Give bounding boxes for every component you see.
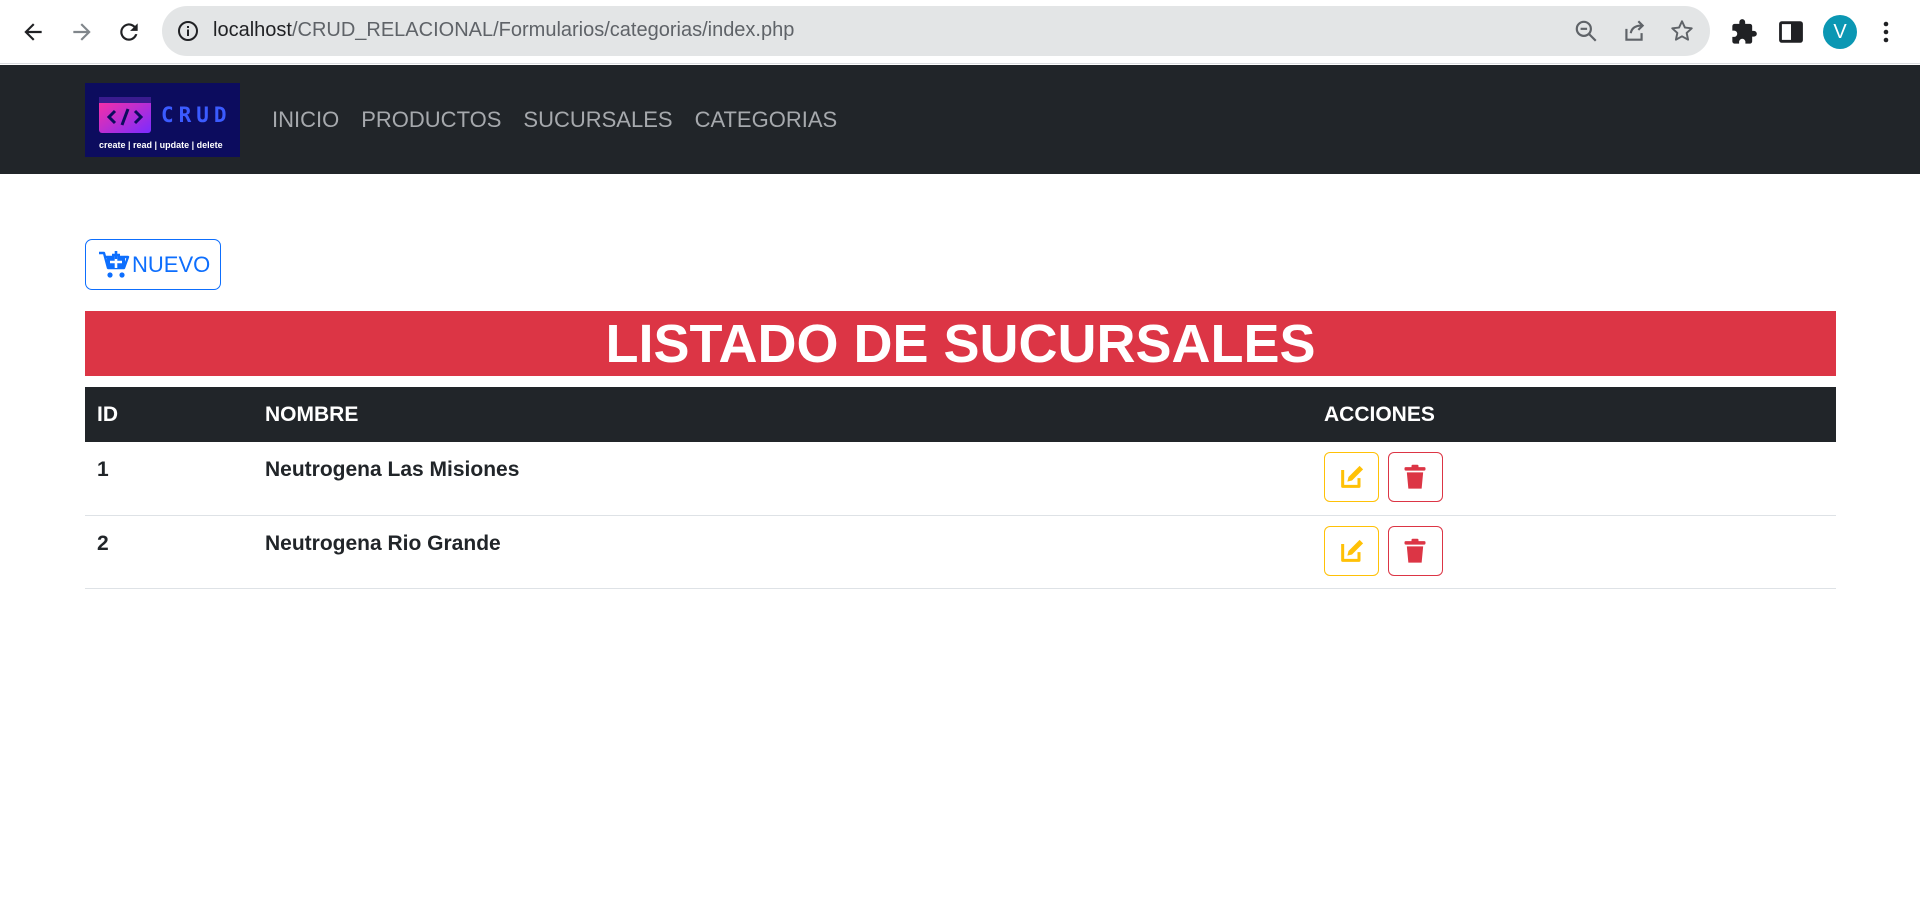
page-title: LISTADO DE SUCURSALES	[85, 311, 1836, 376]
nav-link-inicio[interactable]: INICIO	[272, 107, 339, 133]
column-header-nombre: NOMBRE	[253, 387, 1312, 442]
arrow-right-icon	[73, 23, 91, 41]
new-button-label: NUEVO	[132, 251, 211, 277]
nav-link-sucursales[interactable]: SUCURSALES	[523, 107, 672, 133]
forward-button[interactable]	[65, 15, 99, 49]
delete-button[interactable]	[1387, 525, 1443, 576]
table-row: 2 Neutrogena Rio Grande	[85, 515, 1836, 589]
nav-links: INICIO PRODUCTOS SUCURSALES CATEGORIAS	[272, 107, 837, 133]
kebab-menu-icon[interactable]	[1876, 18, 1896, 46]
crud-logo[interactable]: CRUD create | read | update | delete	[85, 83, 240, 157]
edit-icon	[1340, 465, 1363, 488]
nav-link-productos[interactable]: PRODUCTOS	[361, 107, 501, 133]
trash-icon	[1404, 538, 1426, 563]
cell-id: 2	[85, 515, 253, 589]
reload-button[interactable]	[112, 15, 146, 49]
new-button[interactable]: NUEVO	[85, 239, 221, 290]
logo-subtitle: create | read | update | delete	[99, 140, 223, 150]
table-row: 1 Neutrogena Las Misiones	[85, 442, 1836, 516]
table-header-row: ID NOMBRE ACCIONES	[85, 387, 1836, 442]
edit-icon	[1340, 539, 1363, 562]
cell-nombre: Neutrogena Las Misiones	[253, 442, 1312, 516]
logo-wordmark: CRUD	[161, 103, 232, 127]
reload-icon	[120, 23, 138, 41]
profile-avatar[interactable]: V	[1823, 15, 1857, 49]
edit-button[interactable]	[1324, 525, 1379, 576]
cell-actions	[1312, 442, 1836, 516]
puzzle-icon[interactable]	[1730, 18, 1758, 46]
back-button[interactable]	[16, 15, 50, 49]
edit-button[interactable]	[1324, 452, 1379, 502]
code-window-icon	[99, 97, 151, 133]
column-header-id: ID	[85, 387, 253, 442]
delete-button[interactable]	[1387, 452, 1443, 502]
cell-actions	[1312, 515, 1836, 589]
column-header-acciones: ACCIONES	[1312, 387, 1836, 442]
cart-plus-icon	[99, 250, 130, 278]
info-icon[interactable]	[176, 19, 200, 43]
nav-link-categorias[interactable]: CATEGORIAS	[695, 107, 838, 133]
browser-toolbar: localhost/CRUD_RELACIONAL/Formularios/ca…	[0, 0, 1920, 64]
trash-icon	[1404, 464, 1426, 489]
url-host: localhost	[213, 19, 292, 41]
arrow-left-icon	[24, 23, 42, 41]
zoom-out-icon[interactable]	[1573, 18, 1599, 44]
url-path: /CRUD_RELACIONAL/Formularios/categorias/…	[291, 19, 795, 41]
address-bar[interactable]: localhost/CRUD_RELACIONAL/Formularios/ca…	[162, 6, 1710, 56]
cell-nombre: Neutrogena Rio Grande	[253, 515, 1312, 589]
star-icon[interactable]	[1669, 18, 1695, 44]
sucursales-table: ID NOMBRE ACCIONES 1 Neutrogena Las Misi…	[85, 387, 1836, 589]
url-text[interactable]: localhost/CRUD_RELACIONAL/Formularios/ca…	[213, 19, 794, 42]
share-icon[interactable]	[1621, 18, 1647, 44]
cell-id: 1	[85, 442, 253, 516]
site-navbar: CRUD create | read | update | delete INI…	[0, 65, 1920, 174]
side-panel-icon[interactable]	[1777, 18, 1805, 46]
